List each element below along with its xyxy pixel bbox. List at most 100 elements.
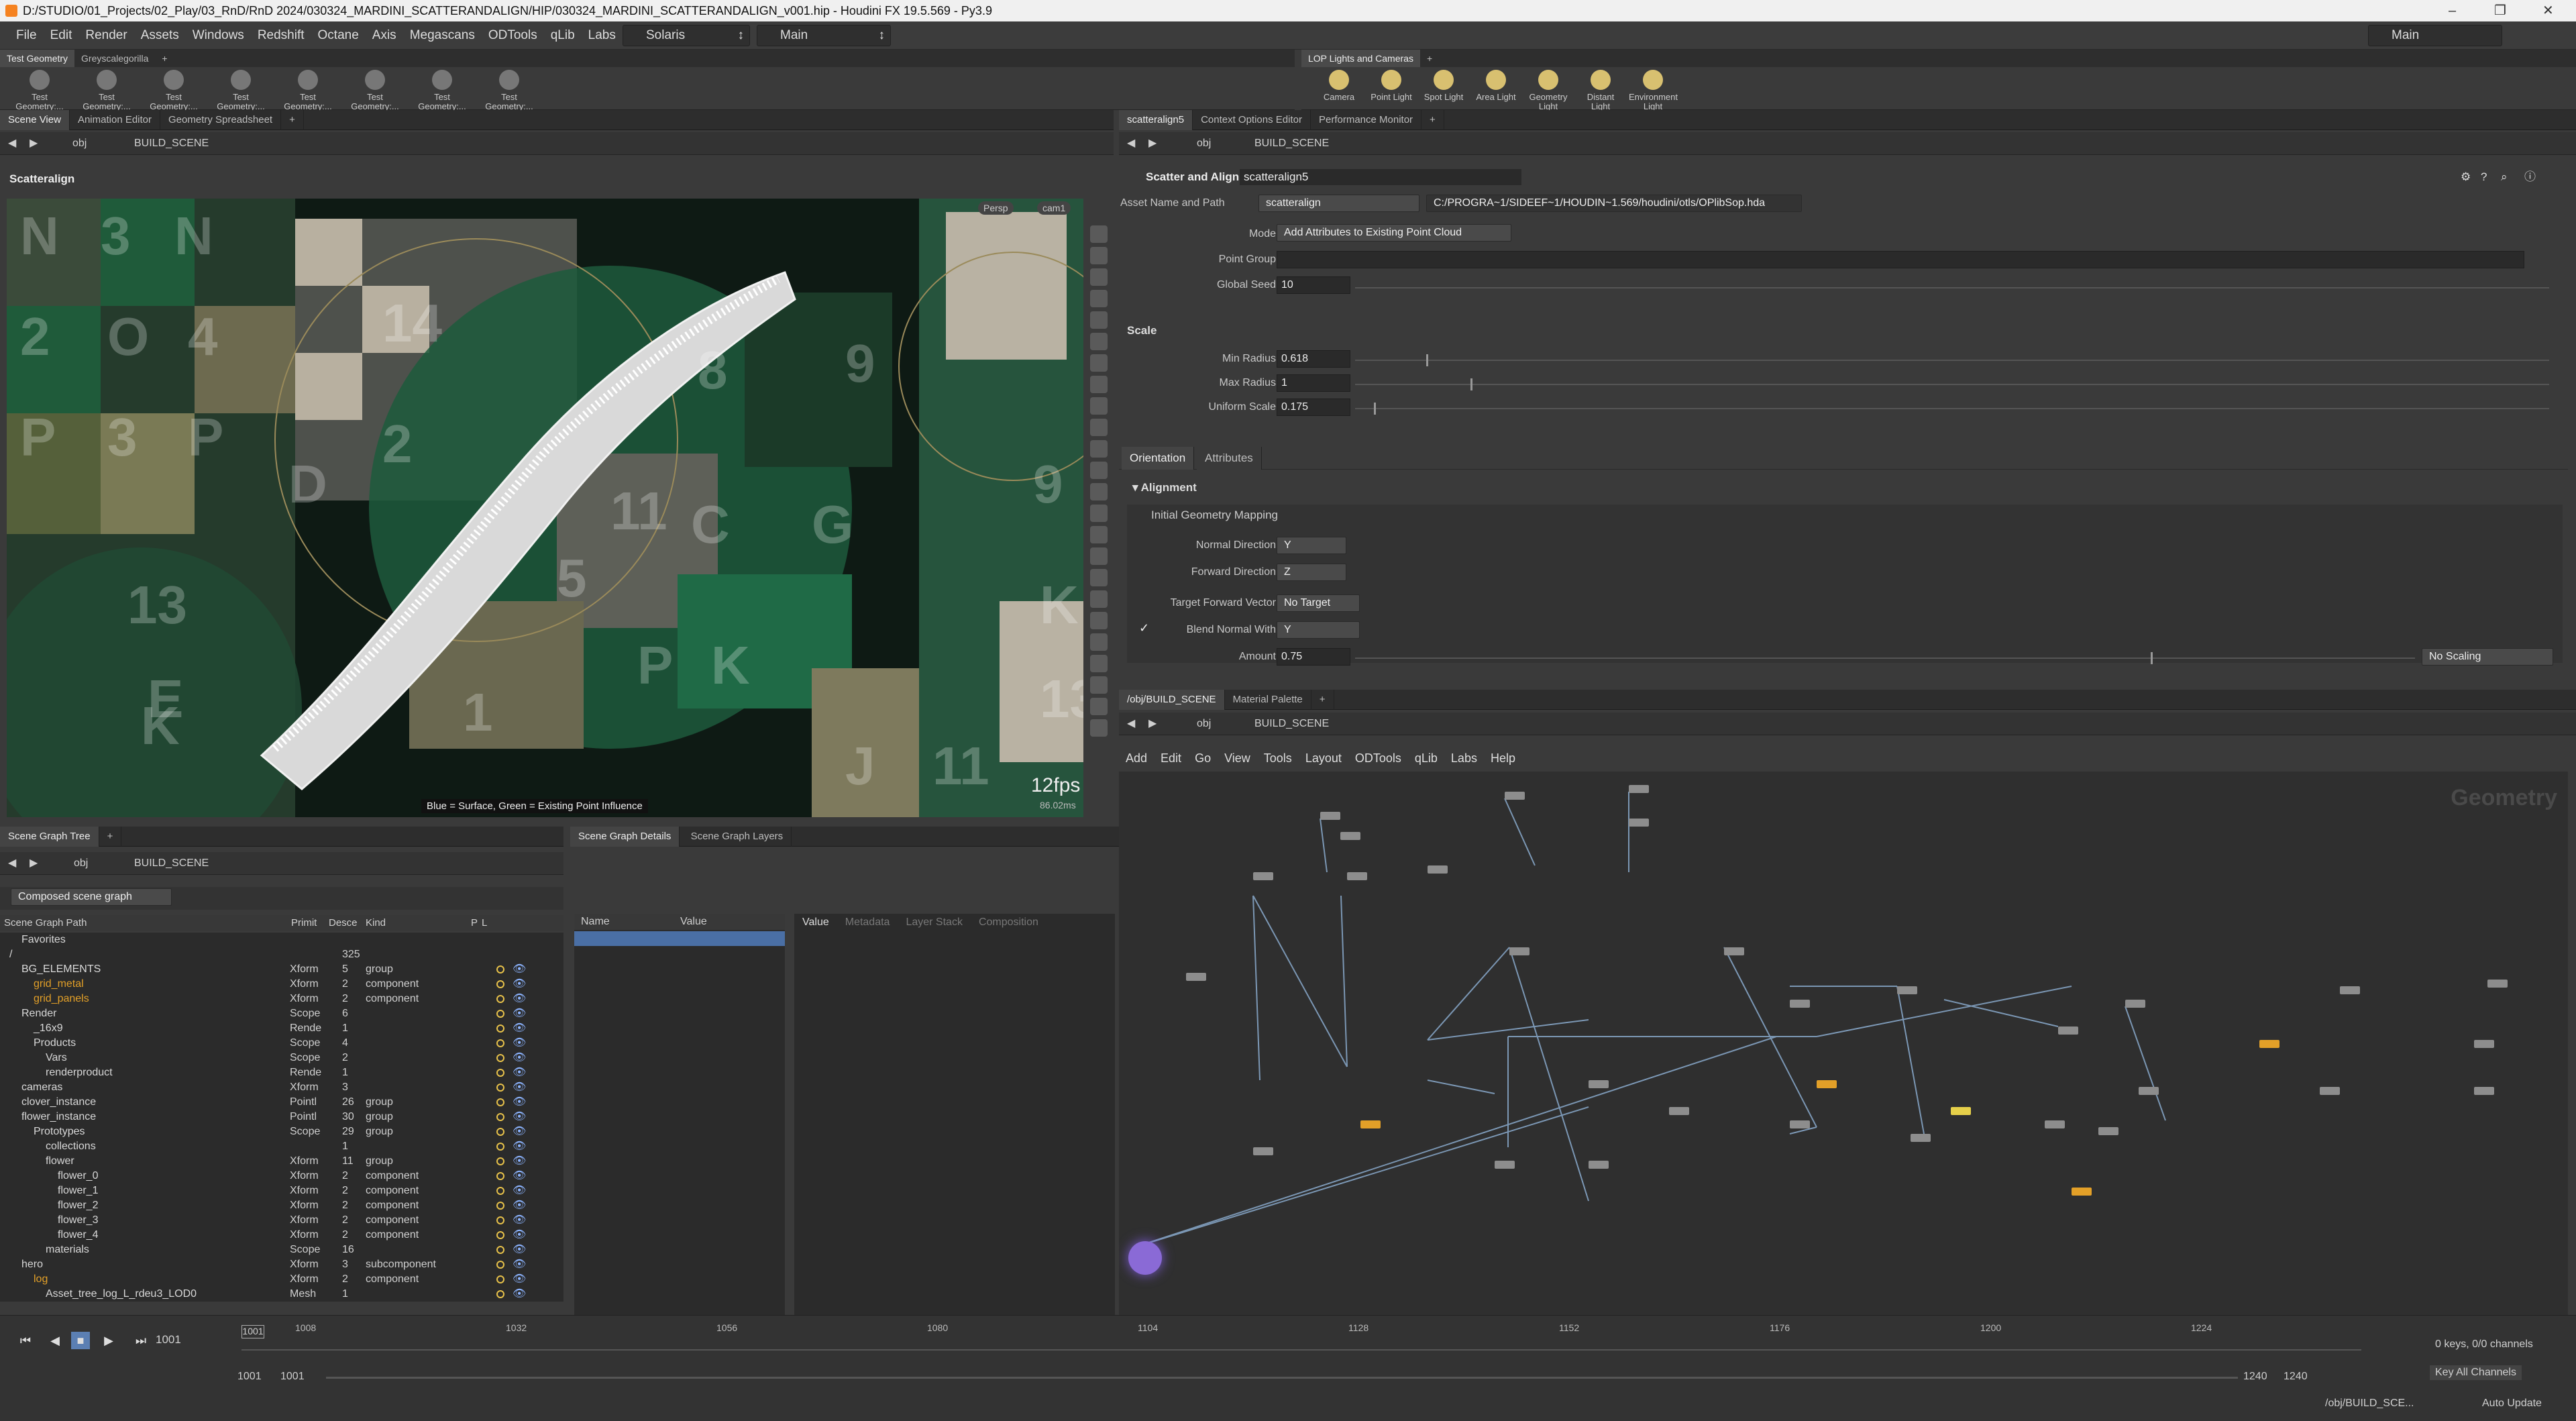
visibility-icon[interactable]: 👁 bbox=[513, 1139, 526, 1154]
context-select[interactable]: Main ↕ bbox=[757, 25, 891, 46]
play-back-icon[interactable]: ◀ bbox=[46, 1332, 64, 1349]
status-path[interactable]: /obj/BUILD_SCE... bbox=[2325, 1398, 2414, 1410]
tree-row[interactable]: cameras Xform 3 👁 bbox=[0, 1080, 564, 1095]
point-group-field[interactable] bbox=[1277, 251, 2524, 268]
path-root[interactable]: obj bbox=[72, 132, 87, 155]
path-root[interactable]: obj bbox=[74, 852, 88, 875]
amount-mode-dropdown[interactable]: No Scaling bbox=[2422, 648, 2553, 666]
activate-icon[interactable] bbox=[496, 980, 504, 988]
seed-field[interactable]: 10 bbox=[1277, 276, 1350, 294]
slider-knob[interactable] bbox=[1470, 378, 1472, 390]
menu-octane[interactable]: Octane bbox=[311, 21, 366, 50]
shelf-tool[interactable]: Point Light bbox=[1367, 70, 1415, 102]
network-node[interactable] bbox=[1495, 1161, 1515, 1169]
visibility-icon[interactable]: 👁 bbox=[513, 1213, 526, 1228]
amount-slider[interactable] bbox=[1355, 652, 2415, 664]
search-icon[interactable]: ⌕ bbox=[2501, 166, 2508, 188]
tab-orientation[interactable]: Orientation bbox=[1122, 447, 1195, 470]
network-node[interactable] bbox=[2259, 1040, 2279, 1048]
menu-file[interactable]: File bbox=[9, 21, 44, 50]
network-node[interactable] bbox=[1253, 1147, 1273, 1155]
network-node[interactable] bbox=[1669, 1107, 1689, 1115]
display-option-icon[interactable] bbox=[1090, 247, 1108, 264]
add-shelf-icon[interactable]: + bbox=[1420, 50, 1439, 67]
path-node[interactable]: BUILD_SCENE bbox=[1254, 132, 1329, 155]
path-node[interactable]: BUILD_SCENE bbox=[134, 132, 209, 155]
activate-icon[interactable] bbox=[496, 1084, 504, 1092]
display-option-icon[interactable] bbox=[1090, 354, 1108, 372]
forward-dir-dropdown[interactable]: Z bbox=[1277, 564, 1346, 581]
auto-update-menu[interactable]: Auto Update bbox=[2482, 1398, 2542, 1410]
network-node[interactable] bbox=[1589, 1080, 1609, 1088]
network-node[interactable] bbox=[1629, 785, 1649, 793]
display-option-icon[interactable] bbox=[1090, 311, 1108, 329]
desktop-select[interactable]: Solaris ↕ bbox=[623, 25, 750, 46]
forward-icon[interactable]: ▶ bbox=[1148, 713, 1157, 735]
forward-icon[interactable]: ▶ bbox=[30, 852, 38, 875]
visibility-icon[interactable]: 👁 bbox=[513, 1198, 526, 1213]
add-tab-icon[interactable]: + bbox=[99, 827, 122, 847]
menu-edit[interactable]: Edit bbox=[44, 21, 79, 50]
display-node[interactable] bbox=[1128, 1241, 1162, 1275]
mode-dropdown[interactable]: Add Attributes to Existing Point Cloud bbox=[1277, 224, 1511, 242]
network-node[interactable] bbox=[2487, 980, 2508, 988]
visibility-icon[interactable]: 👁 bbox=[513, 1051, 526, 1065]
shelf-tool[interactable]: Spot Light bbox=[1419, 70, 1468, 102]
network-node[interactable] bbox=[2058, 1027, 2078, 1035]
shelf-tool[interactable]: Test Geometry:... bbox=[345, 70, 405, 111]
shelf-tool[interactable]: Distant Light bbox=[1576, 70, 1625, 111]
tree-row[interactable]: flower_2 Xform 2 component 👁 bbox=[0, 1198, 564, 1213]
persp-menu[interactable]: Persp bbox=[978, 201, 1014, 215]
network-editor[interactable]: Geometry bbox=[1119, 772, 2568, 1315]
shelf-tool[interactable]: Camera bbox=[1315, 70, 1363, 102]
blend-normal-dropdown[interactable]: Y bbox=[1277, 621, 1360, 639]
visibility-icon[interactable]: 👁 bbox=[513, 1006, 526, 1021]
tree-row[interactable]: flower_instance Pointl 30 group 👁 bbox=[0, 1110, 564, 1124]
jump-end-icon[interactable]: ⏭ bbox=[131, 1332, 150, 1349]
display-option-icon[interactable] bbox=[1090, 719, 1108, 737]
tree-row[interactable]: grid_metal Xform 2 component 👁 bbox=[0, 977, 564, 992]
uniform-scale-slider[interactable] bbox=[1355, 403, 2549, 415]
menu-assets[interactable]: Assets bbox=[134, 21, 186, 50]
tab-sg-details[interactable]: Scene Graph Details bbox=[570, 827, 680, 847]
visibility-icon[interactable]: 👁 bbox=[513, 1228, 526, 1243]
network-node[interactable] bbox=[2139, 1087, 2159, 1095]
shelf-tool[interactable]: Test Geometry:... bbox=[479, 70, 539, 111]
range-bar[interactable] bbox=[326, 1377, 2238, 1379]
network-node[interactable] bbox=[1509, 947, 1529, 955]
activate-icon[interactable] bbox=[496, 1246, 504, 1254]
seed-slider[interactable] bbox=[1355, 287, 2549, 288]
shelf-tab[interactable]: Greyscalegorilla bbox=[74, 50, 155, 67]
pane-tab[interactable]: Performance Monitor bbox=[1311, 110, 1422, 130]
display-option-icon[interactable] bbox=[1090, 440, 1108, 458]
pane-tab[interactable]: Geometry Spreadsheet bbox=[160, 110, 282, 130]
visibility-icon[interactable]: 👁 bbox=[513, 1243, 526, 1257]
add-tab-icon[interactable]: + bbox=[281, 110, 304, 130]
activate-icon[interactable] bbox=[496, 1290, 504, 1298]
display-option-icon[interactable] bbox=[1090, 483, 1108, 501]
restore-icon[interactable]: ❐ bbox=[2494, 0, 2506, 21]
min-radius-field[interactable]: 0.618 bbox=[1277, 350, 1350, 368]
activate-icon[interactable] bbox=[496, 965, 504, 973]
gear-icon[interactable]: ⚙ bbox=[2461, 166, 2471, 188]
alignment-section[interactable]: ▾ Alignment bbox=[1132, 476, 1197, 499]
slider-knob[interactable] bbox=[1374, 403, 1376, 415]
shelf-tool[interactable]: Test Geometry:... bbox=[76, 70, 137, 111]
network-node[interactable] bbox=[2320, 1087, 2340, 1095]
network-node[interactable] bbox=[2474, 1087, 2494, 1095]
tree-row[interactable]: collections 1 👁 bbox=[0, 1139, 564, 1154]
pane-tab[interactable]: /obj/BUILD_SCENE bbox=[1119, 690, 1225, 710]
tree-row[interactable]: BG_ELEMENTS Xform 5 group 👁 bbox=[0, 962, 564, 977]
pane-tab[interactable]: Scene View bbox=[0, 110, 70, 130]
asset-path-dropdown[interactable]: C:/PROGRA~1/SIDEEF~1/HOUDIN~1.569/houdin… bbox=[1426, 195, 1802, 212]
visibility-icon[interactable]: 👁 bbox=[513, 1183, 526, 1198]
help-icon[interactable]: ? bbox=[2481, 166, 2487, 188]
network-node[interactable] bbox=[1186, 973, 1206, 981]
stop-icon[interactable]: ■ bbox=[71, 1332, 90, 1349]
display-option-icon[interactable] bbox=[1090, 225, 1108, 243]
display-option-icon[interactable] bbox=[1090, 676, 1108, 694]
back-icon[interactable]: ◀ bbox=[1127, 713, 1135, 735]
display-option-icon[interactable] bbox=[1090, 419, 1108, 436]
scene-viewport[interactable]: N3N2O4P3P142D811CG9513EPKJK13K1119 Persp… bbox=[7, 199, 1083, 817]
range-start[interactable]: 1001 bbox=[237, 1371, 262, 1383]
